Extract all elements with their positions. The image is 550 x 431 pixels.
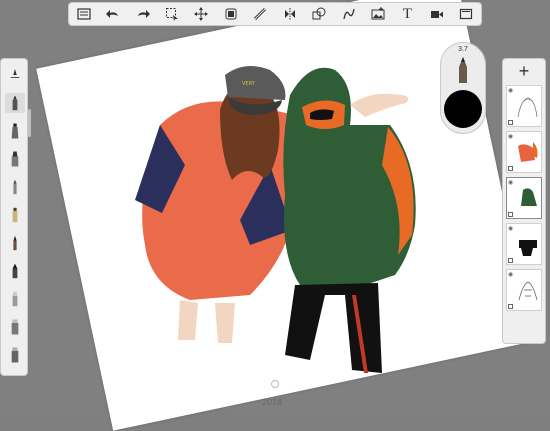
layer-2-orange[interactable]: ◉ xyxy=(506,131,542,173)
color-swatch[interactable] xyxy=(444,90,482,128)
eye-icon[interactable]: ◉ xyxy=(508,87,513,94)
layer-panel: + ◉ ◉ ◉ ◉ ◉ xyxy=(502,58,546,344)
layer-copy-icon[interactable] xyxy=(222,5,240,23)
shape-icon[interactable] xyxy=(310,5,328,23)
canvas-rotate-handle[interactable] xyxy=(271,380,279,388)
lock-icon[interactable] xyxy=(508,258,513,263)
lock-icon[interactable] xyxy=(508,120,513,125)
brush-fill[interactable] xyxy=(5,261,25,281)
lock-icon[interactable] xyxy=(508,166,513,171)
brush-settings-icon[interactable] xyxy=(5,65,25,85)
brush-smudge[interactable] xyxy=(5,345,25,365)
artwork-illustration: VERY xyxy=(135,66,416,373)
svg-text:VERY: VERY xyxy=(242,81,256,87)
select-icon[interactable] xyxy=(163,5,181,23)
eye-icon[interactable]: ◉ xyxy=(508,271,513,278)
brush-palette xyxy=(0,58,31,376)
video-icon[interactable] xyxy=(428,5,446,23)
figure-right xyxy=(283,67,416,373)
brush-pencil[interactable] xyxy=(5,93,25,113)
artwork-signature: 2018 xyxy=(262,398,283,407)
eye-icon[interactable]: ◉ xyxy=(508,225,513,232)
brush-airbrush[interactable] xyxy=(5,205,25,225)
gallery-icon[interactable] xyxy=(75,5,93,23)
fullscreen-icon[interactable] xyxy=(457,5,475,23)
redo-icon[interactable] xyxy=(134,5,152,23)
add-layer-button[interactable]: + xyxy=(503,61,545,81)
brush-panel-handle[interactable] xyxy=(28,109,31,137)
brush-size-label: 3.7 xyxy=(458,46,468,53)
eye-icon[interactable]: ◉ xyxy=(508,133,513,140)
transform-icon[interactable] xyxy=(192,5,210,23)
ruler-icon[interactable] xyxy=(251,5,269,23)
lock-icon[interactable] xyxy=(508,212,513,217)
layer-3-green[interactable]: ◉ xyxy=(506,177,542,219)
layer-5-lines[interactable]: ◉ xyxy=(506,269,542,311)
image-icon[interactable] xyxy=(369,5,387,23)
top-toolbar: T xyxy=(68,2,482,26)
layer-1-sketch[interactable]: ◉ xyxy=(506,85,542,127)
brush-paint[interactable] xyxy=(5,177,25,197)
brush-tip-icon xyxy=(459,57,467,83)
layer-4-black[interactable]: ◉ xyxy=(506,223,542,265)
text-tool[interactable]: T xyxy=(398,5,416,23)
brush-pen[interactable] xyxy=(5,233,25,253)
brush-marker[interactable] xyxy=(5,121,25,141)
brush-puck[interactable]: 3.7 xyxy=(440,42,486,134)
symmetry-icon[interactable] xyxy=(281,5,299,23)
brush-blur[interactable] xyxy=(5,317,25,337)
brush-ink[interactable] xyxy=(5,149,25,169)
undo-icon[interactable] xyxy=(104,5,122,23)
curve-icon[interactable] xyxy=(340,5,358,23)
lock-icon[interactable] xyxy=(508,304,513,309)
figure-left: VERY xyxy=(135,66,302,343)
brush-eraser[interactable] xyxy=(5,289,25,309)
eye-icon[interactable]: ◉ xyxy=(508,179,513,186)
